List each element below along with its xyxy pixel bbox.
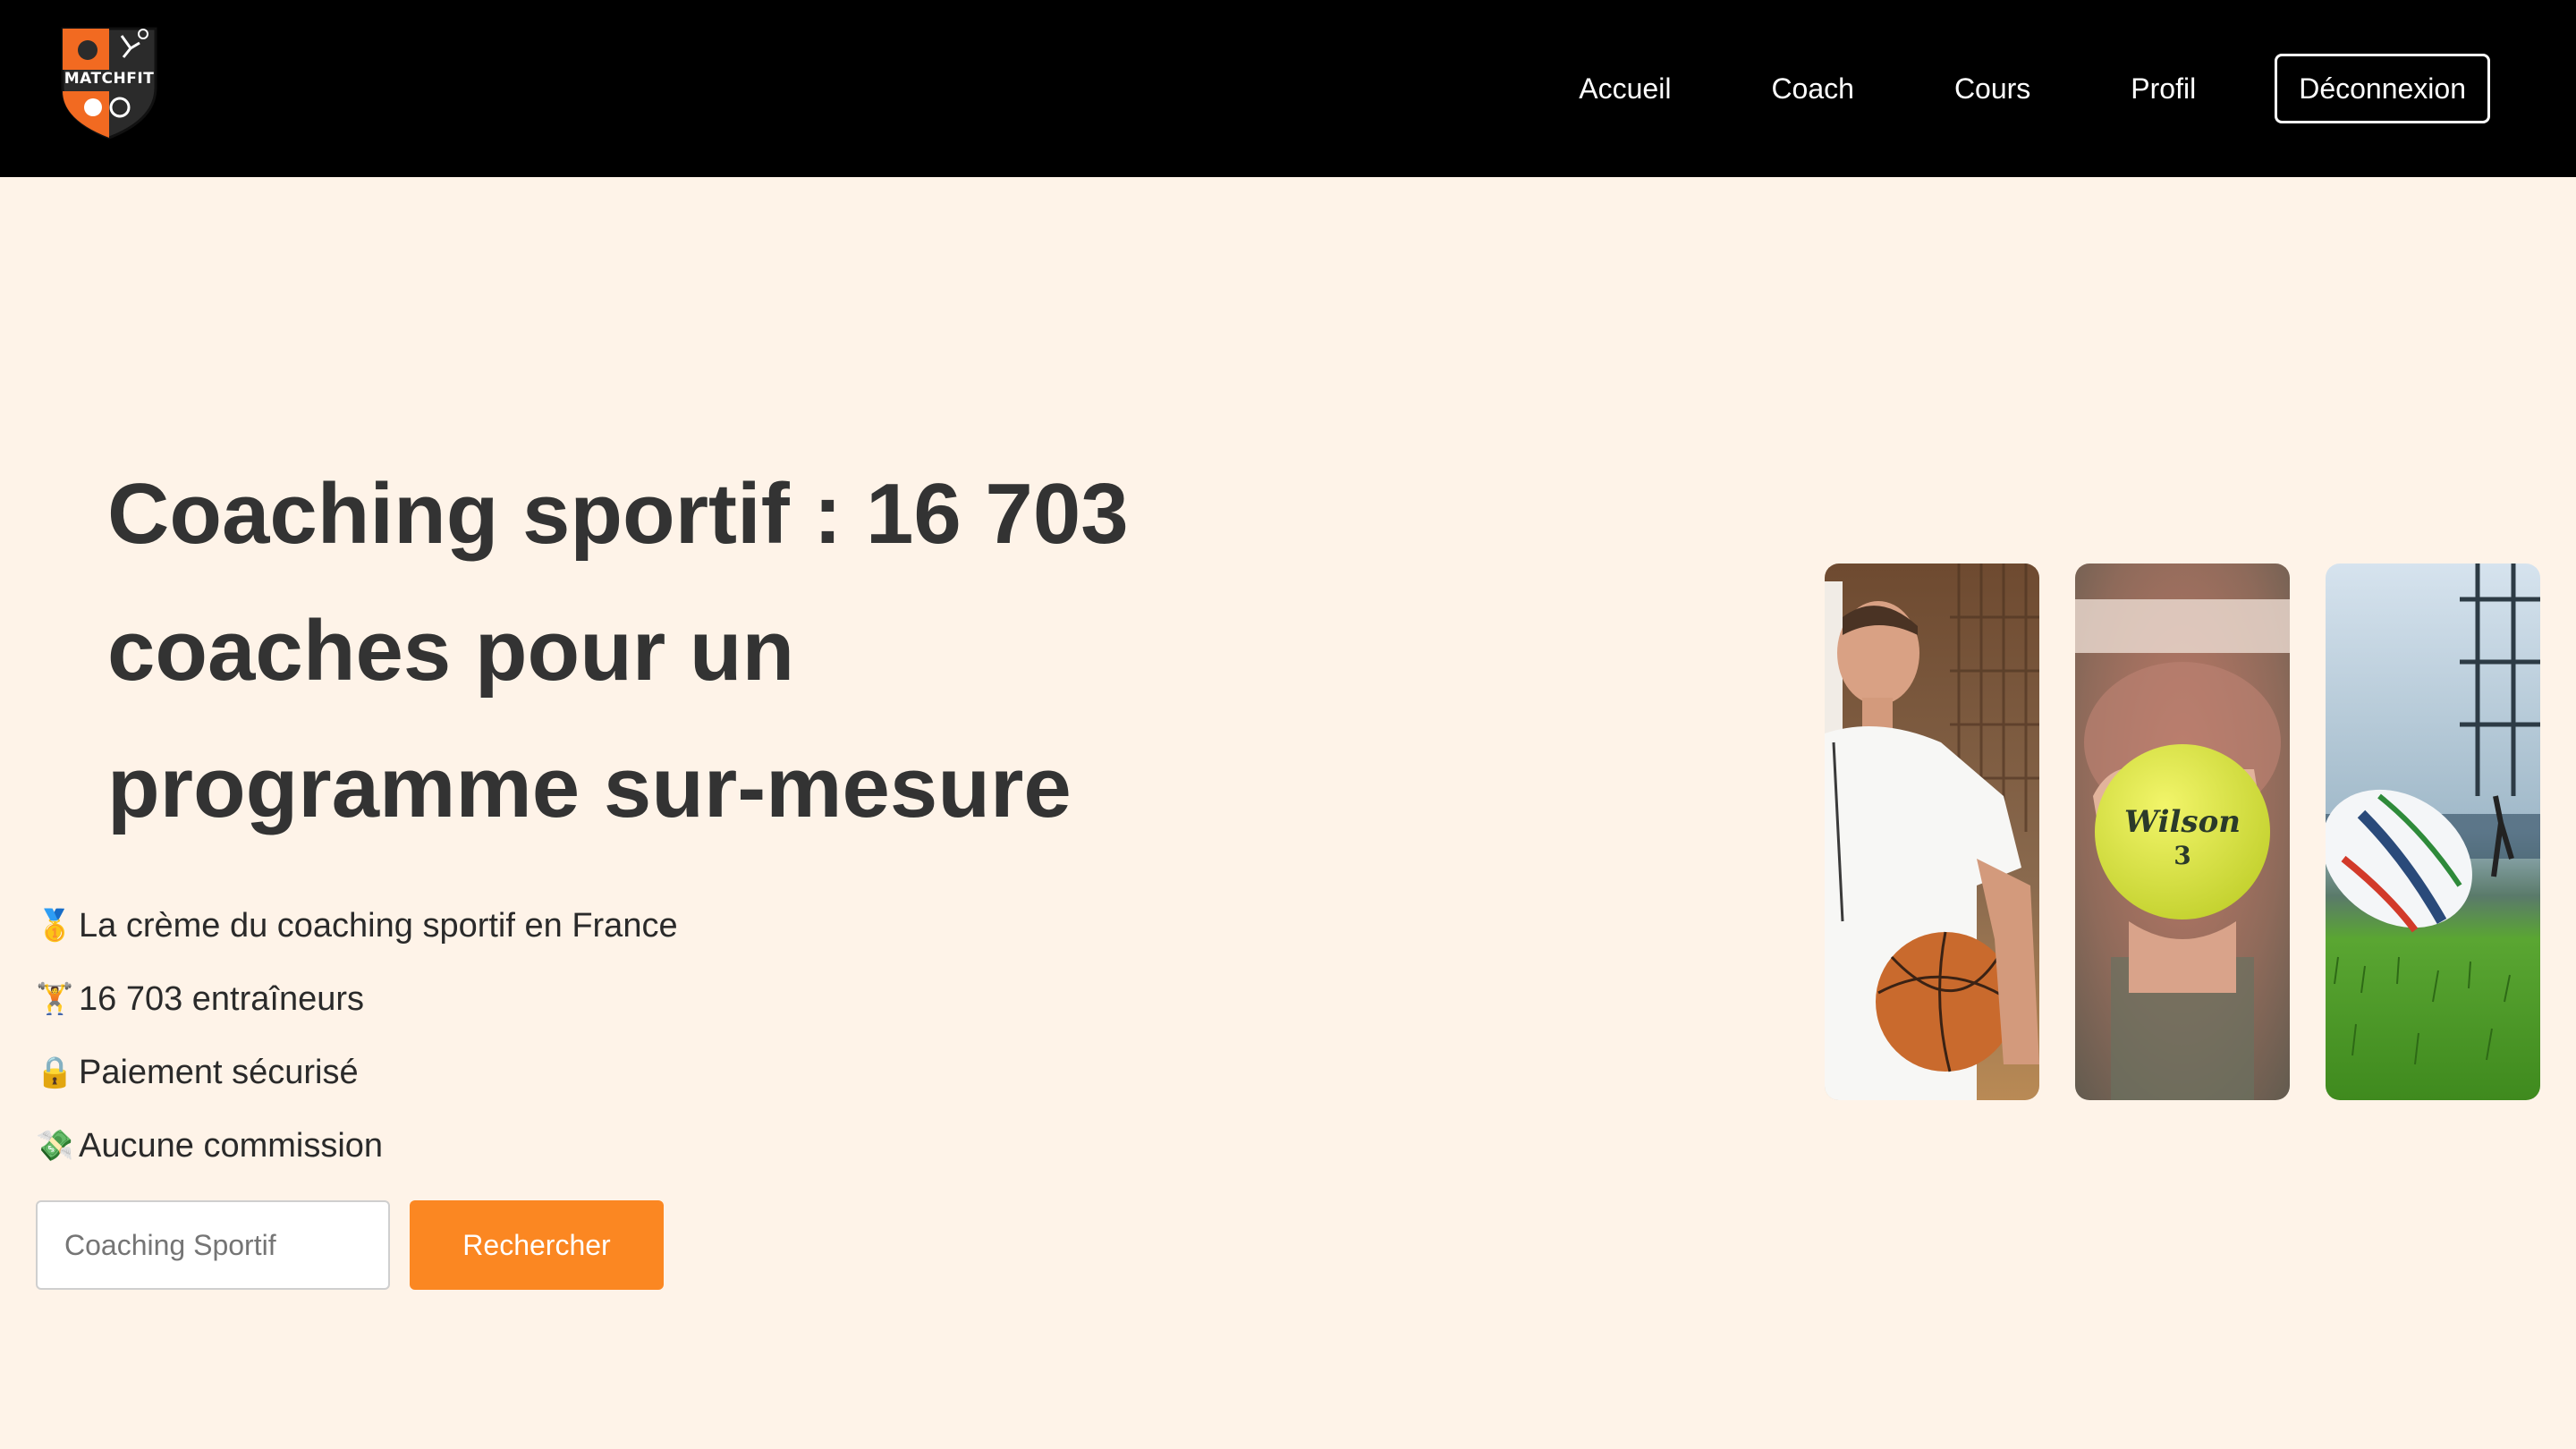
ball-brand-text: Wilson [2124, 804, 2241, 840]
ball-number-text: 3 [2174, 841, 2190, 870]
feature-item-payment: 🔒 Paiement sécurisé [36, 1036, 678, 1109]
feature-text: Aucune commission [79, 1126, 384, 1165]
tennis-ball-image: Wilson 3 [2075, 564, 2290, 1100]
feature-text: La crème du coaching sportif en France [79, 906, 678, 945]
matchfit-logo[interactable]: MATCHFIT [54, 20, 165, 140]
nav-coach[interactable]: Coach [1771, 72, 1854, 106]
gold-medal-icon: 🥇 [36, 909, 74, 943]
lock-icon: 🔒 [36, 1055, 74, 1089]
nav-profil[interactable]: Profil [2131, 72, 2196, 106]
search-input[interactable] [36, 1200, 390, 1290]
logo-wordmark: MATCHFIT [64, 70, 155, 88]
basketball-coach-image [1825, 564, 2039, 1100]
feature-item-quality: 🥇 La crème du coaching sportif en France [36, 889, 678, 962]
feature-text: 16 703 entraîneurs [79, 979, 365, 1018]
rugby-ball-image [2326, 564, 2540, 1100]
feature-text: Paiement sécurisé [79, 1053, 359, 1091]
nav-cours[interactable]: Cours [1954, 72, 2030, 106]
main-nav: Accueil Coach Cours Profil Déconnexion [1579, 0, 2490, 177]
top-navbar: MATCHFIT Accueil Coach Cours Profil Déco… [0, 0, 2576, 177]
hero-title: Coaching sportif : 16 703 coaches pour u… [107, 466, 1129, 835]
weightlifter-icon: 🏋️ [36, 982, 74, 1016]
nav-accueil[interactable]: Accueil [1579, 72, 1671, 106]
feature-item-commission: 💸 Aucune commission [36, 1109, 678, 1182]
logout-button[interactable]: Déconnexion [2275, 54, 2490, 123]
feature-item-trainers: 🏋️ 16 703 entraîneurs [36, 962, 678, 1036]
search-button[interactable]: Rechercher [410, 1200, 664, 1290]
money-wings-icon: 💸 [36, 1129, 74, 1163]
feature-list: 🥇 La crème du coaching sportif en France… [36, 889, 678, 1182]
